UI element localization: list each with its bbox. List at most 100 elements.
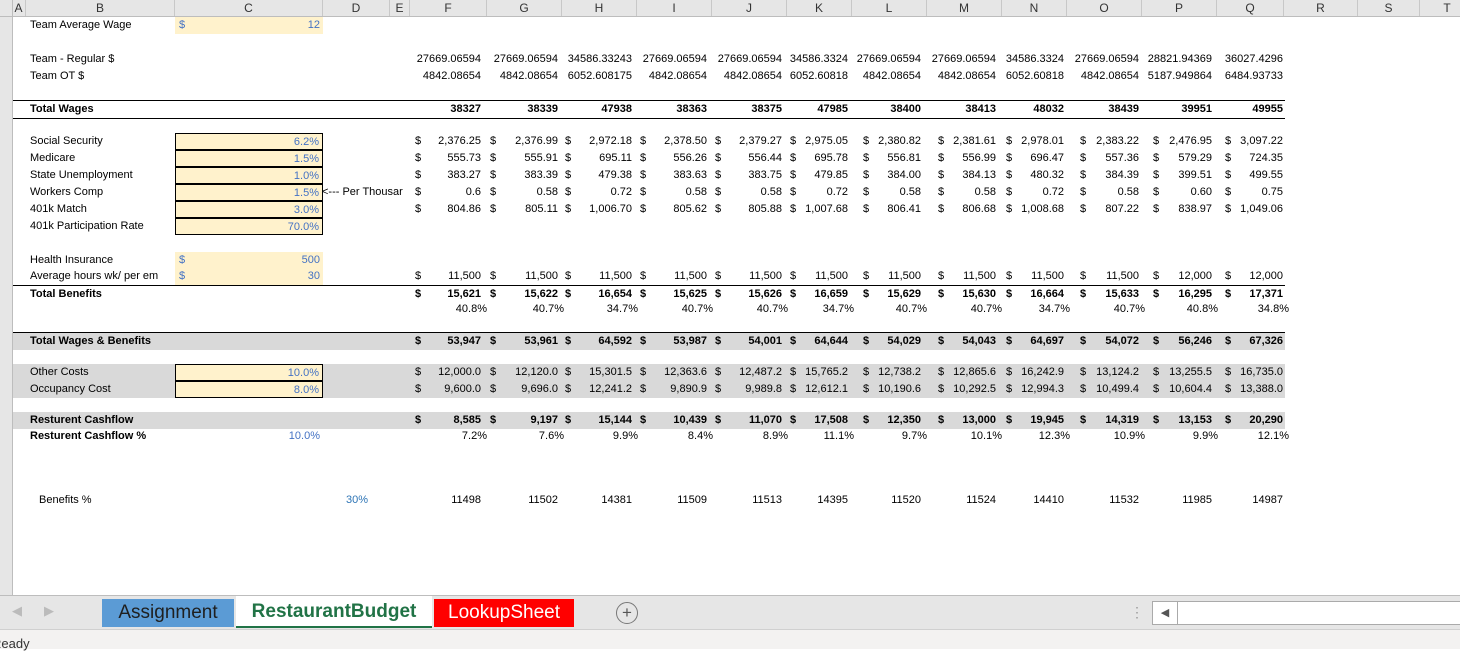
value-cell[interactable]: 0.72 — [776, 184, 848, 201]
value-cell[interactable]: 0.58 — [1067, 184, 1139, 201]
benefits-pct-input[interactable]: 30% — [346, 492, 386, 509]
value-cell[interactable]: 14987 — [1211, 492, 1283, 509]
value-cell[interactable]: 39951 — [1140, 101, 1212, 118]
value-cell[interactable]: 4842.08654 — [924, 68, 996, 85]
value-cell[interactable]: 40.7% — [930, 301, 1002, 318]
value-cell[interactable]: 64,697 — [992, 333, 1064, 350]
value-cell[interactable]: 49955 — [1211, 101, 1283, 118]
value-cell[interactable]: 11,500 — [849, 268, 921, 285]
value-cell[interactable]: 47985 — [776, 101, 848, 118]
value-cell[interactable]: 3,097.22 — [1211, 133, 1283, 150]
scroll-left-icon[interactable]: ◀ — [1153, 602, 1178, 624]
value-cell[interactable]: 38400 — [849, 101, 921, 118]
value-cell[interactable]: 47938 — [560, 101, 632, 118]
value-cell[interactable]: 11520 — [849, 492, 921, 509]
value-cell[interactable]: 13,255.5 — [1140, 364, 1212, 381]
value-cell[interactable]: 2,975.05 — [776, 133, 848, 150]
value-cell[interactable]: 480.32 — [992, 167, 1064, 184]
value-cell[interactable]: 38363 — [635, 101, 707, 118]
sheet-tab-restaurantbudget[interactable]: RestaurantBudget — [236, 596, 432, 628]
value-cell[interactable]: 27669.06594 — [849, 51, 921, 68]
value-cell[interactable]: 40.7% — [1073, 301, 1145, 318]
value-cell[interactable]: 11513 — [710, 492, 782, 509]
column-header-g[interactable]: G — [487, 0, 562, 16]
column-header-j[interactable]: J — [712, 0, 787, 16]
value-cell[interactable]: 2,383.22 — [1067, 133, 1139, 150]
input-cell[interactable]: 10.0% — [175, 364, 323, 381]
column-header-t[interactable]: T — [1420, 0, 1460, 16]
value-cell[interactable]: 384.13 — [924, 167, 996, 184]
value-cell[interactable]: 1,007.68 — [776, 201, 848, 218]
value-cell[interactable]: 5187.949864 — [1140, 68, 1212, 85]
value-cell[interactable]: 38327 — [409, 101, 481, 118]
value-cell[interactable]: 6052.60818 — [776, 68, 848, 85]
value-cell[interactable]: 14410 — [992, 492, 1064, 509]
value-cell[interactable]: 12.3% — [998, 428, 1070, 445]
input-cell[interactable]: 1.5% — [175, 150, 323, 167]
column-header-k[interactable]: K — [787, 0, 852, 16]
column-header-i[interactable]: I — [637, 0, 712, 16]
value-cell[interactable]: 11985 — [1140, 492, 1212, 509]
value-cell[interactable]: 56,246 — [1140, 333, 1212, 350]
value-cell[interactable]: 16,242.9 — [992, 364, 1064, 381]
value-cell[interactable]: 0.58 — [924, 184, 996, 201]
value-cell[interactable]: 11509 — [635, 492, 707, 509]
value-cell[interactable]: 16,735.0 — [1211, 364, 1283, 381]
value-cell[interactable]: 11524 — [924, 492, 996, 509]
value-cell[interactable]: 8.4% — [641, 428, 713, 445]
value-cell[interactable]: 4842.08654 — [1067, 68, 1139, 85]
value-cell[interactable]: 0.72 — [992, 184, 1064, 201]
value-cell[interactable]: 67,326 — [1211, 333, 1283, 350]
value-cell[interactable]: 806.41 — [849, 201, 921, 218]
value-cell[interactable]: 579.29 — [1140, 150, 1212, 167]
value-cell[interactable]: 34.7% — [998, 301, 1070, 318]
column-header-l[interactable]: L — [852, 0, 927, 16]
value-cell[interactable]: 15,765.2 — [776, 364, 848, 381]
input-cell[interactable]: 1.5% — [175, 184, 323, 201]
input-cell[interactable]: 8.0% — [175, 381, 323, 398]
value-cell[interactable]: 11,500 — [924, 268, 996, 285]
column-header-d[interactable]: D — [323, 0, 390, 16]
value-cell[interactable]: 34586.3324 — [776, 51, 848, 68]
value-cell[interactable]: 10,190.6 — [849, 381, 921, 398]
column-header-a[interactable]: A — [12, 0, 26, 16]
sheet-grid[interactable]: Team Average Wage $12 Team - Regular $ 2766… — [13, 17, 1460, 595]
value-cell[interactable]: 11,500 — [1067, 268, 1139, 285]
value-cell[interactable]: 54,029 — [849, 333, 921, 350]
value-cell[interactable]: 13,153 — [1140, 412, 1212, 429]
value-cell[interactable]: 27669.06594 — [1067, 51, 1139, 68]
column-header-s[interactable]: S — [1358, 0, 1420, 16]
value-cell[interactable]: 27669.06594 — [409, 51, 481, 68]
value-cell[interactable]: 6052.608175 — [560, 68, 632, 85]
value-cell[interactable]: 12.1% — [1217, 428, 1289, 445]
value-cell[interactable]: 384.39 — [1067, 167, 1139, 184]
value-cell[interactable]: 2,381.61 — [924, 133, 996, 150]
scroll-tabs-right-icon[interactable]: ▶ — [44, 603, 54, 619]
value-cell[interactable]: 0.58 — [849, 184, 921, 201]
value-cell[interactable]: 40.7% — [855, 301, 927, 318]
value-cell[interactable]: 479.85 — [776, 167, 848, 184]
value-cell[interactable]: 38413 — [924, 101, 996, 118]
value-cell[interactable]: 695.78 — [776, 150, 848, 167]
sheet-tab-assignment[interactable]: Assignment — [102, 599, 234, 627]
value-cell[interactable]: 12,000 — [1140, 268, 1212, 285]
value-cell[interactable]: 12,350 — [849, 412, 921, 429]
value-cell[interactable]: 40.7% — [492, 301, 564, 318]
value-cell[interactable]: 27669.06594 — [635, 51, 707, 68]
value-cell[interactable]: 34.8% — [1217, 301, 1289, 318]
value-cell[interactable]: 34.7% — [566, 301, 638, 318]
value-cell[interactable]: 12,738.2 — [849, 364, 921, 381]
column-header-n[interactable]: N — [1002, 0, 1067, 16]
value-cell[interactable]: 838.97 — [1140, 201, 1212, 218]
value-cell[interactable]: 27669.06594 — [486, 51, 558, 68]
column-header-p[interactable]: P — [1142, 0, 1217, 16]
value-cell[interactable]: 19,945 — [992, 412, 1064, 429]
column-header-m[interactable]: M — [927, 0, 1002, 16]
value-cell[interactable]: 40.7% — [716, 301, 788, 318]
value-cell[interactable]: 9.9% — [566, 428, 638, 445]
value-cell[interactable]: 14395 — [776, 492, 848, 509]
value-cell[interactable]: 10,499.4 — [1067, 381, 1139, 398]
value-cell[interactable]: 12,000 — [1211, 268, 1283, 285]
value-cell[interactable]: 12,994.3 — [992, 381, 1064, 398]
value-cell[interactable]: 13,124.2 — [1067, 364, 1139, 381]
